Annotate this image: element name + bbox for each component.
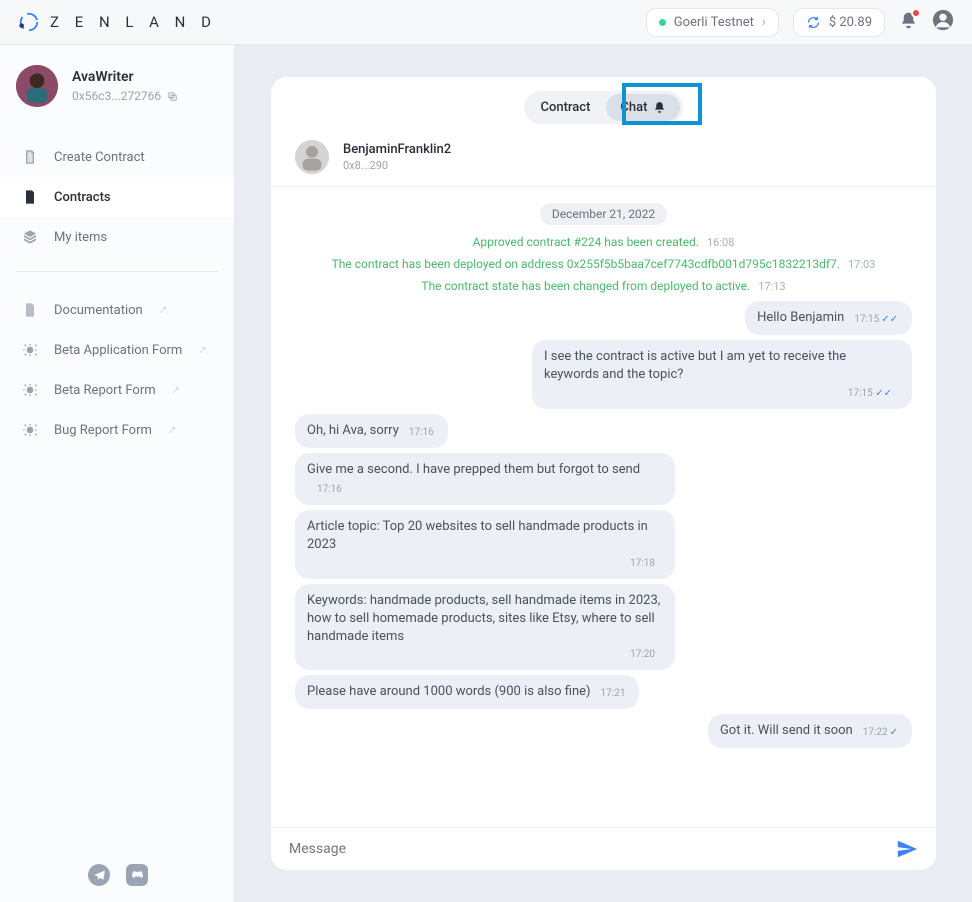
notification-badge: [911, 8, 921, 18]
nav-label: Contracts: [54, 190, 111, 205]
message-received: Article topic: Top 20 websites to sell h…: [295, 510, 912, 578]
document-plus-icon: [22, 149, 38, 165]
logo-icon: [18, 11, 40, 33]
chat-card: Contract Chat BenjaminFranklin2 0x8...29…: [271, 77, 936, 870]
system-message: The contract has been deployed on addres…: [295, 257, 912, 271]
nav-label: Documentation: [54, 303, 143, 318]
message-received: Oh, hi Ava, sorry17:16: [295, 414, 912, 448]
bug-icon: [22, 382, 38, 398]
notifications-button[interactable]: [899, 11, 918, 34]
profile-block: AvaWriter 0x56c3...272766: [0, 45, 234, 127]
message-received: Give me a second. I have prepped them bu…: [295, 453, 912, 505]
tab-label: Contract: [541, 100, 591, 115]
telegram-icon: [93, 869, 106, 882]
message-sent: Hello Benjamin17:15✓✓: [295, 301, 912, 335]
tab-contract[interactable]: Contract: [527, 94, 605, 121]
message-sent: I see the contract is active but I am ye…: [295, 340, 912, 408]
nav-contracts[interactable]: Contracts: [0, 177, 234, 217]
topbar: Z E N L A N D Goerli Testnet › $ 20.89: [0, 0, 972, 45]
bug-icon: [22, 422, 38, 438]
network-status-dot: [659, 19, 666, 26]
message-received: Please have around 1000 words (900 is al…: [295, 675, 912, 709]
discord-link[interactable]: [126, 864, 148, 886]
sidebar: AvaWriter 0x56c3...272766 Create Contrac…: [0, 45, 235, 902]
nav-create-contract[interactable]: Create Contract: [0, 137, 234, 177]
copy-icon[interactable]: [167, 91, 178, 102]
external-icon: ↗: [159, 305, 167, 316]
system-message: Approved contract #224 has been created.…: [295, 235, 912, 249]
nav-beta-application[interactable]: Beta Application Form ↗: [0, 330, 234, 370]
refresh-icon: [806, 15, 821, 30]
balance-amount: $ 20.89: [829, 15, 872, 30]
nav-documentation[interactable]: Documentation ↗: [0, 290, 234, 330]
discord-icon: [131, 869, 144, 882]
nav-my-items[interactable]: My items: [0, 217, 234, 257]
nav-label: My items: [54, 230, 107, 245]
brand-text: Z E N L A N D: [50, 13, 217, 31]
layers-icon: [22, 229, 38, 245]
document-icon: [22, 189, 38, 205]
user-circle-icon: [932, 9, 954, 31]
peer-address: 0x8...290: [343, 159, 451, 172]
nav-label: Beta Report Form: [54, 383, 156, 398]
chevron-right-icon: ›: [762, 15, 766, 30]
nav-label: Beta Application Form: [54, 343, 182, 358]
nav-label: Bug Report Form: [54, 423, 152, 438]
balance-pill[interactable]: $ 20.89: [793, 8, 885, 37]
nav-bug-report[interactable]: Bug Report Form ↗: [0, 410, 234, 450]
telegram-link[interactable]: [88, 864, 110, 886]
main-area: Contract Chat BenjaminFranklin2 0x8...29…: [235, 45, 972, 902]
message-sent: Got it. Will send it soon17:22✓: [295, 714, 912, 748]
chat-header: BenjaminFranklin2 0x8...290: [271, 134, 936, 187]
message-received: Keywords: handmade products, sell handma…: [295, 584, 912, 671]
nav-label: Create Contract: [54, 150, 145, 165]
profile-name: AvaWriter: [72, 69, 178, 85]
chat-body[interactable]: December 21, 2022 Approved contract #224…: [271, 187, 936, 827]
peer-avatar[interactable]: [295, 140, 329, 174]
external-icon: ↗: [198, 345, 206, 356]
account-button[interactable]: [932, 9, 954, 35]
tab-highlight-annotation: [622, 83, 702, 125]
logo[interactable]: Z E N L A N D: [18, 11, 217, 33]
send-icon[interactable]: [896, 838, 918, 860]
profile-address: 0x56c3...272766: [72, 89, 161, 103]
date-separator: December 21, 2022: [540, 203, 667, 225]
network-selector[interactable]: Goerli Testnet ›: [646, 8, 779, 37]
external-icon: ↗: [172, 385, 180, 396]
network-name: Goerli Testnet: [674, 15, 754, 30]
external-icon: ↗: [168, 425, 176, 436]
message-input[interactable]: [289, 841, 884, 857]
document-icon: [22, 302, 38, 318]
avatar[interactable]: [16, 65, 58, 107]
nav-beta-report[interactable]: Beta Report Form ↗: [0, 370, 234, 410]
peer-name: BenjaminFranklin2: [343, 142, 451, 157]
message-input-bar: [271, 827, 936, 870]
system-message: The contract state has been changed from…: [295, 279, 912, 293]
bug-icon: [22, 342, 38, 358]
